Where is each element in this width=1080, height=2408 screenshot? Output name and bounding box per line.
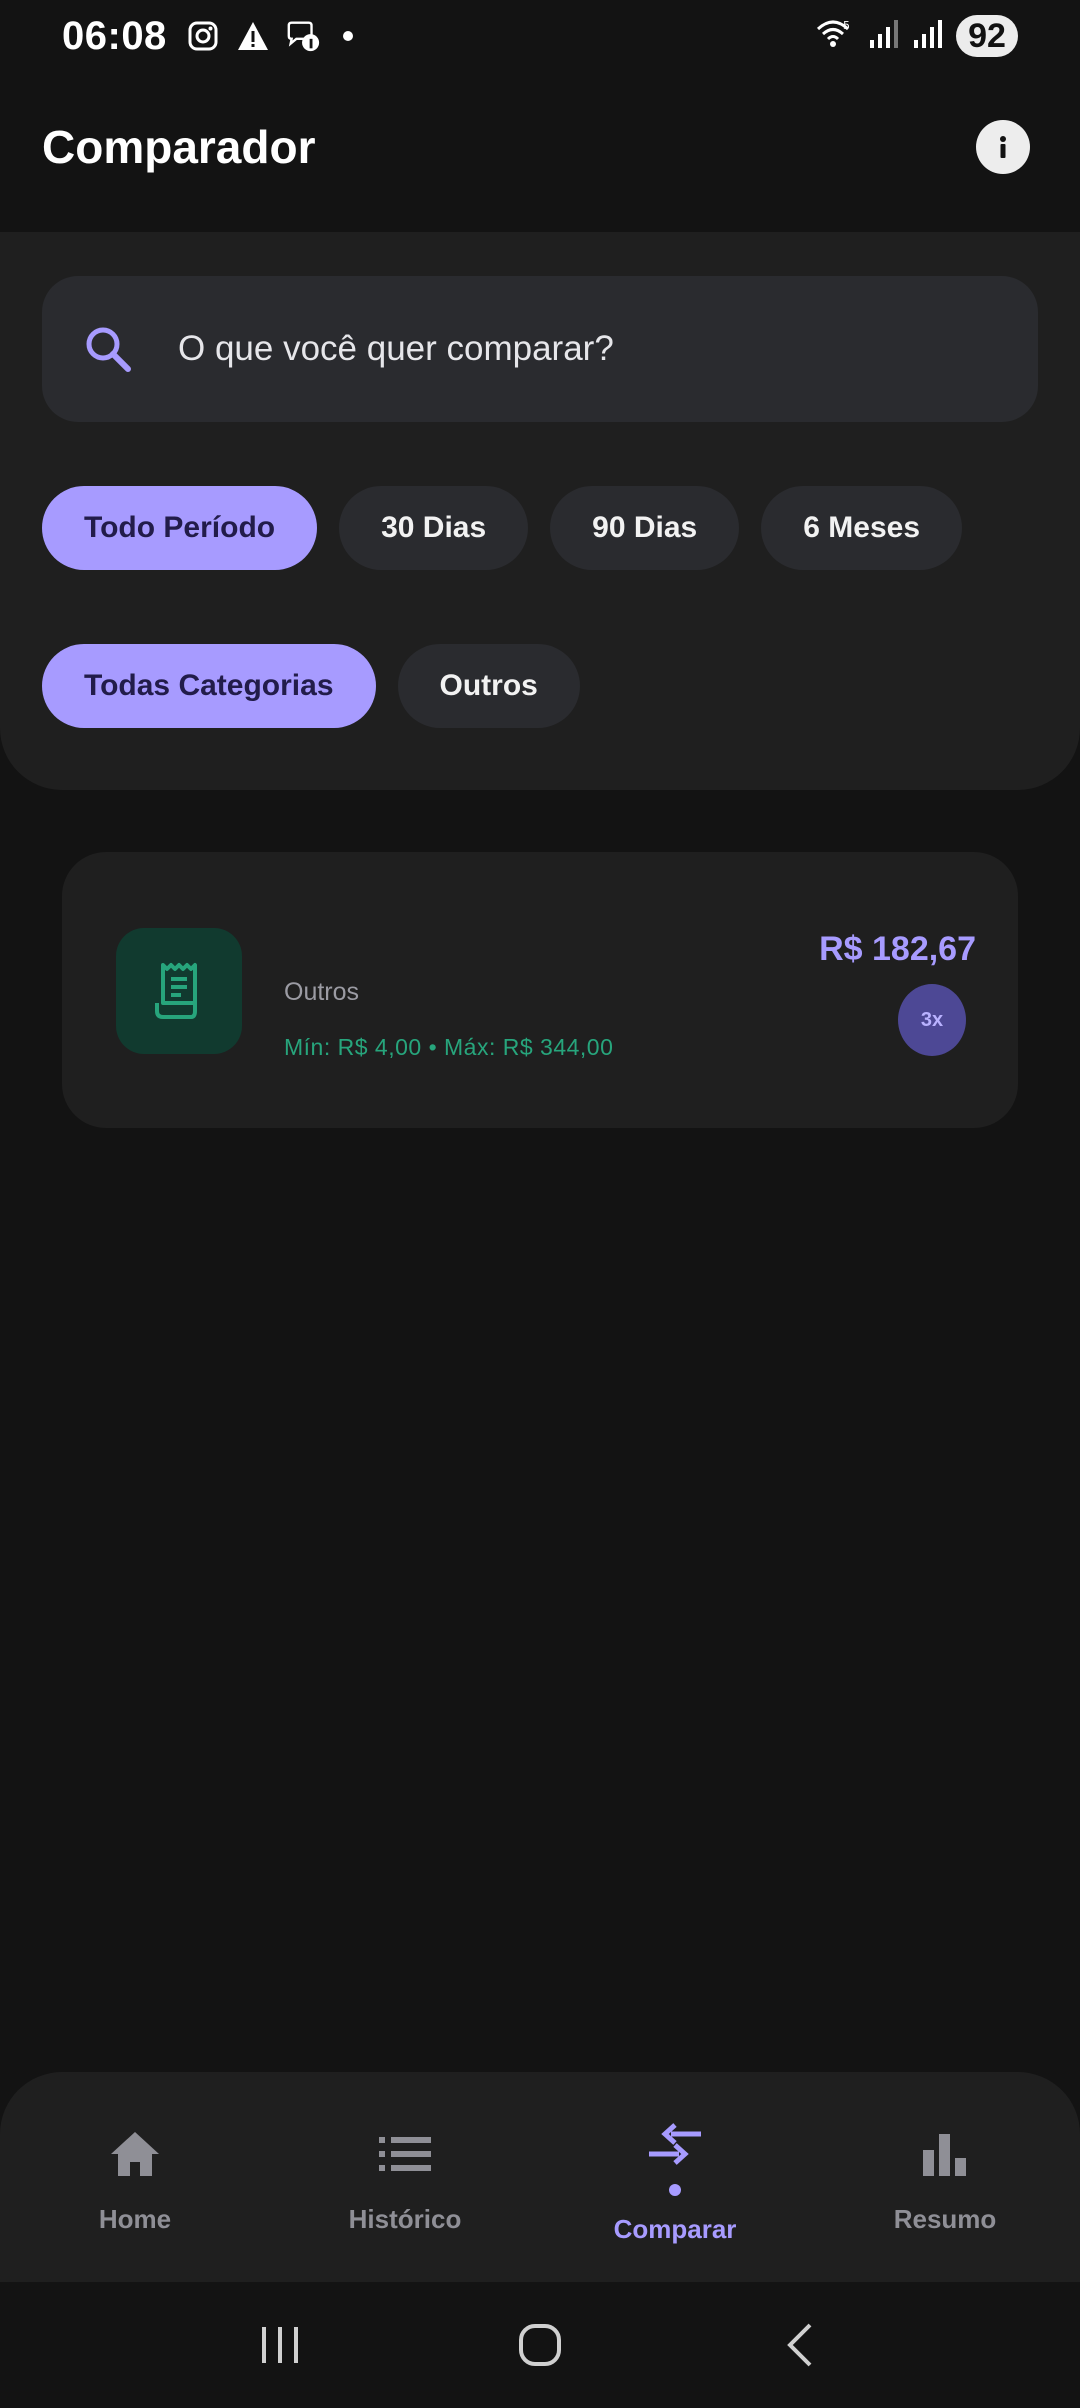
chip-outros[interactable]: Outros — [397, 644, 580, 728]
instagram-icon — [185, 18, 221, 54]
chip-30-dias[interactable]: 30 Dias — [339, 486, 529, 570]
signal-icon — [912, 18, 944, 55]
recent-apps-icon — [262, 2327, 298, 2363]
messenger-icon — [285, 18, 321, 54]
status-time: 06:08 — [62, 13, 167, 58]
home-circle-icon — [519, 2324, 561, 2366]
card-price-range: Mín: R$ 4,00 • Máx: R$ 344,00 — [284, 1034, 614, 1060]
app-bar: Comparador — [0, 72, 1080, 232]
category-icon-box — [116, 928, 242, 1054]
signal-icon — [868, 18, 900, 55]
system-icons: 5 92 — [816, 15, 1018, 57]
card-category: Outros — [284, 978, 360, 1006]
nav-historico[interactable]: Histórico — [270, 2072, 540, 2282]
bar-chart-icon — [915, 2124, 975, 2184]
back-button[interactable] — [760, 2305, 840, 2385]
nav-label-comparar: Comparar — [613, 2214, 737, 2244]
home-icon — [105, 2124, 165, 2184]
comparison-card[interactable]: Outros Mín: R$ 4,00 • Máx: R$ 344,00 R$ … — [62, 852, 1018, 1128]
back-icon — [787, 2323, 812, 2367]
search-icon — [86, 327, 131, 372]
chip-todas-categorias[interactable]: Todas Categorias — [42, 644, 376, 728]
system-navigation-bar — [0, 2282, 1080, 2408]
nav-label-historico: Histórico — [348, 2204, 462, 2234]
purchase-count-badge: 3x — [898, 984, 966, 1056]
page-title: Comparador — [42, 121, 316, 173]
period-filter-row: Todo Período 30 Dias 90 Dias 6 Meses — [42, 486, 962, 570]
category-filter-row: Todas Categorias Outros — [42, 644, 580, 728]
svg-text:5: 5 — [843, 19, 850, 32]
info-icon — [1000, 136, 1006, 158]
search-placeholder: O que você quer comparar? — [178, 329, 614, 368]
filter-panel: O que você quer comparar? Todo Período 3… — [0, 232, 1080, 790]
wifi-icon: 5 — [816, 17, 856, 56]
battery-indicator: 92 — [956, 15, 1018, 57]
compare-arrows-icon — [645, 2116, 705, 2176]
nav-comparar[interactable]: Comparar — [540, 2072, 810, 2282]
nav-home[interactable]: Home — [0, 2072, 270, 2282]
list-icon — [375, 2124, 435, 2184]
active-indicator-dot — [669, 2184, 681, 2196]
nav-resumo[interactable]: Resumo — [810, 2072, 1080, 2282]
nav-label-resumo: Resumo — [893, 2204, 997, 2234]
warning-icon — [235, 18, 271, 54]
nav-label-home: Home — [98, 2204, 172, 2234]
chip-90-dias[interactable]: 90 Dias — [550, 486, 740, 570]
notification-icons — [185, 18, 353, 54]
more-notifications-dot — [342, 31, 353, 41]
info-button[interactable] — [976, 120, 1030, 174]
search-input[interactable]: O que você quer comparar? — [42, 276, 1038, 422]
card-average-price: R$ 182,67 — [819, 930, 976, 968]
status-bar: 06:08 5 92 — [0, 0, 1080, 72]
home-system-button[interactable] — [500, 2305, 580, 2385]
chip-todo-periodo[interactable]: Todo Período — [42, 486, 318, 570]
bottom-navigation: Home Histórico Comparar Resumo — [0, 2072, 1080, 2282]
chip-6-meses[interactable]: 6 Meses — [761, 486, 962, 570]
recent-apps-button[interactable] — [240, 2305, 320, 2385]
receipt-icon — [155, 963, 197, 1019]
